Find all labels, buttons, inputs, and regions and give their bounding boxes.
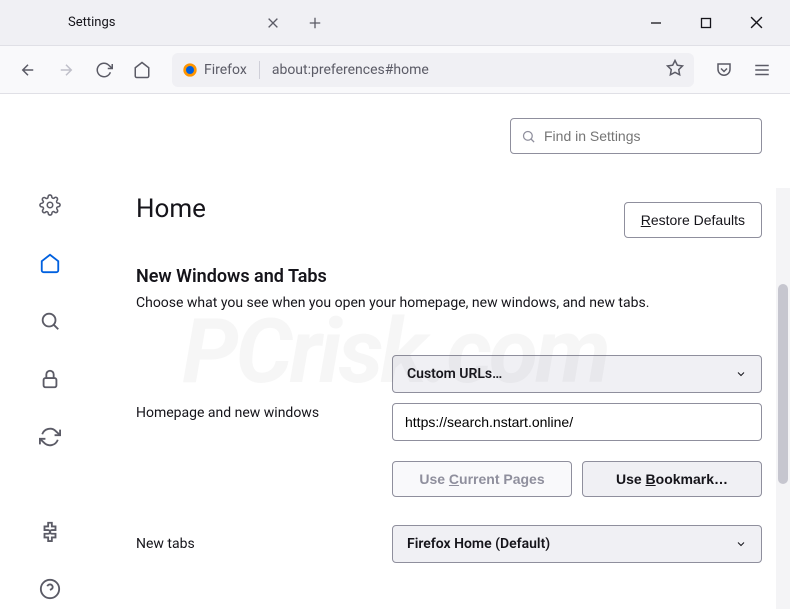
close-icon[interactable] bbox=[265, 15, 281, 31]
homepage-button-row: Use Current Pages Use Bookmark… bbox=[392, 461, 762, 497]
toolbar: Firefox about:preferences#home bbox=[0, 46, 790, 94]
newtabs-select[interactable]: Firefox Home (Default) bbox=[392, 525, 762, 563]
forward-button[interactable] bbox=[50, 54, 82, 86]
menu-button[interactable] bbox=[746, 54, 778, 86]
urlbar[interactable]: Firefox about:preferences#home bbox=[172, 53, 694, 87]
sidebar-item-home[interactable] bbox=[36, 252, 64, 274]
homepage-select[interactable]: Custom URLs… bbox=[392, 355, 762, 393]
tab-title: Settings bbox=[68, 15, 257, 30]
homepage-select-value: Custom URLs… bbox=[407, 366, 502, 382]
homepage-url-input[interactable] bbox=[392, 403, 762, 441]
settings-search[interactable] bbox=[510, 118, 762, 154]
reload-button[interactable] bbox=[88, 54, 120, 86]
search-icon bbox=[521, 129, 536, 144]
sidebar-item-help[interactable] bbox=[36, 578, 64, 600]
bookmark-star-icon[interactable] bbox=[666, 59, 684, 81]
urlbar-separator bbox=[259, 61, 260, 79]
newtabs-row: New tabs Firefox Home (Default) bbox=[136, 525, 762, 563]
browser-tab[interactable]: Settings bbox=[48, 5, 293, 41]
titlebar: Settings bbox=[0, 0, 790, 46]
homepage-field-group: Custom URLs… Use Current Pages Use Bookm… bbox=[392, 355, 762, 497]
new-tab-button[interactable] bbox=[301, 9, 329, 37]
content-area: Home Restore Defaults New Windows and Ta… bbox=[0, 94, 790, 609]
chevron-down-icon bbox=[735, 368, 747, 380]
firefox-identity: Firefox bbox=[182, 62, 247, 78]
settings-sidebar bbox=[0, 94, 100, 609]
use-bookmark-button[interactable]: Use Bookmark… bbox=[582, 461, 762, 497]
urlbar-url: about:preferences#home bbox=[272, 62, 429, 78]
pocket-button[interactable] bbox=[708, 54, 740, 86]
sidebar-item-sync[interactable] bbox=[36, 426, 64, 448]
window-close-button[interactable] bbox=[742, 9, 770, 37]
sidebar-item-general[interactable] bbox=[36, 194, 64, 216]
newtabs-label: New tabs bbox=[136, 536, 380, 552]
restore-defaults-button[interactable]: Restore Defaults bbox=[624, 202, 762, 238]
sidebar-item-privacy[interactable] bbox=[36, 368, 64, 390]
use-current-pages-button[interactable]: Use Current Pages bbox=[392, 461, 572, 497]
sidebar-item-search[interactable] bbox=[36, 310, 64, 332]
settings-main: Home Restore Defaults New Windows and Ta… bbox=[100, 94, 790, 609]
back-button[interactable] bbox=[12, 54, 44, 86]
homepage-row: Homepage and new windows Custom URLs… Us… bbox=[136, 355, 762, 497]
homepage-label: Homepage and new windows bbox=[136, 355, 380, 421]
settings-search-input[interactable] bbox=[544, 128, 751, 144]
maximize-button[interactable] bbox=[692, 9, 720, 37]
home-button[interactable] bbox=[126, 54, 158, 86]
newtabs-field-group: Firefox Home (Default) bbox=[392, 525, 762, 563]
sidebar-item-extensions[interactable] bbox=[36, 520, 64, 542]
window-controls bbox=[642, 9, 782, 37]
section-description: Choose what you see when you open your h… bbox=[136, 295, 762, 311]
chevron-down-icon bbox=[735, 538, 747, 550]
minimize-button[interactable] bbox=[642, 9, 670, 37]
section-title: New Windows and Tabs bbox=[136, 266, 762, 287]
newtabs-select-value: Firefox Home (Default) bbox=[407, 536, 550, 552]
urlbar-identity-label: Firefox bbox=[204, 62, 247, 78]
